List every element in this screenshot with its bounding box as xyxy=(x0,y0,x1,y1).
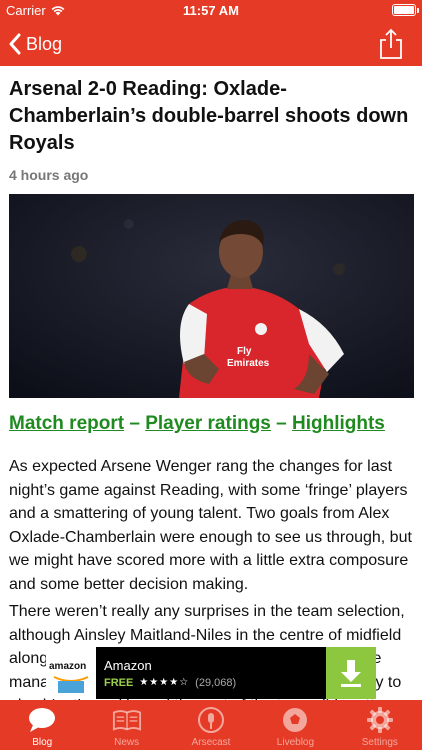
back-button[interactable]: Blog xyxy=(8,30,62,58)
status-time: 11:57 AM xyxy=(183,3,239,18)
tab-news[interactable]: News xyxy=(84,700,168,750)
newspaper-icon xyxy=(112,706,142,734)
tab-label: News xyxy=(114,737,140,748)
navigation-bar: Blog xyxy=(0,22,422,66)
gear-icon xyxy=(365,706,395,734)
ad-meta: FREE ★★★★☆ (29,068) xyxy=(104,677,326,689)
tab-label: Settings xyxy=(361,737,398,748)
chevron-left-icon xyxy=(9,33,21,55)
article-timestamp: 4 hours ago xyxy=(9,167,89,183)
link-separator: – xyxy=(124,413,146,434)
status-right xyxy=(392,4,419,16)
ad-banner[interactable]: amazon Amazon FREE ★★★★☆ (29,068) xyxy=(46,647,376,699)
match-report-link[interactable]: Match report xyxy=(9,413,124,434)
football-icon xyxy=(280,706,310,734)
svg-text:Emirates: Emirates xyxy=(227,358,270,369)
ad-rating-stars: ★★★★☆ xyxy=(139,677,190,688)
download-icon xyxy=(341,660,361,687)
tab-bar: Blog News Arsecast Liveblog Settings xyxy=(0,700,422,750)
tab-liveblog[interactable]: Liveblog xyxy=(253,700,337,750)
ad-info: Amazon FREE ★★★★☆ (29,068) xyxy=(96,658,326,689)
tab-label: Blog xyxy=(32,737,53,748)
podcast-icon xyxy=(196,706,226,734)
download-button[interactable] xyxy=(326,647,376,699)
ad-title: Amazon xyxy=(104,657,152,673)
link-separator: – xyxy=(270,413,292,434)
status-bar: Carrier 11:57 AM xyxy=(0,0,422,22)
ad-price: FREE xyxy=(104,676,134,689)
battery-icon xyxy=(392,4,419,16)
back-label: Blog xyxy=(26,33,63,54)
article-hero-image: Fly Emirates xyxy=(9,194,414,398)
tab-label: Arsecast xyxy=(191,737,231,748)
article-content[interactable]: Arsenal 2-0 Reading: Oxlade-Chamberlain’… xyxy=(0,66,422,700)
article-title: Arsenal 2-0 Reading: Oxlade-Chamberlain’… xyxy=(9,78,409,154)
share-icon xyxy=(380,28,402,59)
tab-arsecast[interactable]: Arsecast xyxy=(169,700,253,750)
article-paragraph: As expected Arsene Wenger rang the chang… xyxy=(9,458,412,593)
speech-bubble-icon xyxy=(27,706,57,734)
player-ratings-link[interactable]: Player ratings xyxy=(145,413,271,434)
amazon-app-logo: amazon xyxy=(46,647,96,699)
footballer-photo: Fly Emirates xyxy=(9,194,414,398)
share-button[interactable] xyxy=(378,28,404,60)
ad-rating-count: (29,068) xyxy=(195,676,237,689)
svg-text:Fly: Fly xyxy=(237,346,252,357)
tab-settings[interactable]: Settings xyxy=(338,700,422,750)
tab-label: Liveblog xyxy=(276,737,315,748)
tab-blog[interactable]: Blog xyxy=(0,700,84,750)
article-links: Match report – Player ratings – Highligh… xyxy=(9,413,419,435)
highlights-link[interactable]: Highlights xyxy=(292,413,385,434)
